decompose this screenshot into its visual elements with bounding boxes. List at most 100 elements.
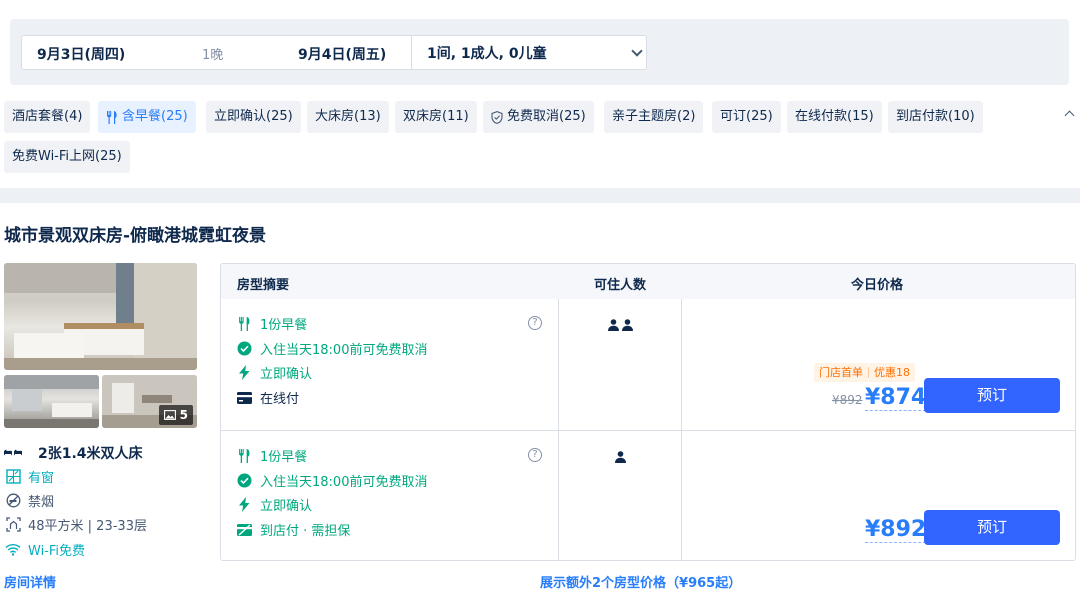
chip-label: 含早餐(25): [122, 109, 188, 124]
nights-count: 1晚: [202, 48, 224, 63]
filter-chip-available[interactable]: 可订(25): [712, 101, 781, 133]
chip-label: 大床房(13): [315, 109, 381, 124]
rate-table: 房型摘要 可住人数 今日价格 1份早餐 ? 入住当天18:00前可免费取消 立即…: [220, 263, 1076, 561]
rate-payment: 在线付: [237, 388, 299, 407]
guest-selector[interactable]: 1间, 1成人, 0儿童: [427, 43, 547, 63]
smoking-text: 禁烟: [28, 495, 55, 510]
chevron-up-icon[interactable]: [1064, 110, 1075, 121]
filter-chip-pay-online[interactable]: 在线付款(15): [787, 101, 882, 133]
checkout-date[interactable]: 9月4日(周五): [298, 44, 386, 64]
room-photo-illustration: [4, 263, 197, 370]
smoking-info: 禁烟: [4, 491, 54, 510]
chip-label: 酒店套餐(4): [12, 109, 83, 124]
filter-chip-pay-at-hotel[interactable]: 到店付款(10): [888, 101, 983, 133]
date-guest-selector[interactable]: 9月3日(周四) 1晚 9月4日(周五) 1间, 1成人, 0儿童: [21, 35, 647, 70]
rate-payment: 到店付 · 需担保: [237, 520, 350, 539]
room-photo-illustration: [4, 375, 99, 428]
rate-cancel-policy: 入住当天18:00前可免费取消: [237, 471, 427, 490]
filter-chip-twin-bed[interactable]: 双床房(11): [395, 101, 477, 133]
promo-tag-discount: 优惠18: [869, 363, 915, 382]
payment-text: 在线付: [260, 392, 300, 407]
bed-info: 2张1.4米双人床: [4, 443, 143, 463]
search-bar: 9月3日(周四) 1晚 9月4日(周五) 1间, 1成人, 0儿童: [10, 19, 1069, 85]
filter-chip-free-wifi[interactable]: 免费Wi-Fi上网(25): [4, 141, 130, 173]
occupancy-1-guest: [615, 451, 626, 463]
filter-chip-king-bed[interactable]: 大床房(13): [307, 101, 389, 133]
row-divider: [221, 430, 1075, 431]
person-icon: [615, 451, 626, 463]
room-photo-thumb[interactable]: [4, 375, 99, 428]
promo-badge: 门店首单 优惠18: [814, 363, 915, 382]
room-details-link[interactable]: 房间详情: [4, 572, 56, 591]
help-icon[interactable]: ?: [528, 448, 542, 462]
help-icon[interactable]: ?: [528, 316, 542, 330]
bed-text: 2张1.4米双人床: [38, 446, 143, 462]
rate-breakfast: 1份早餐: [237, 314, 307, 333]
no-smoking-icon: [4, 493, 22, 509]
photo-count-badge[interactable]: 5: [158, 405, 193, 425]
utensils-icon: [237, 448, 252, 463]
cancel-text: 入住当天18:00前可免费取消: [260, 343, 428, 358]
table-header: 房型摘要 可住人数 今日价格: [221, 264, 1075, 299]
credit-card-icon: [237, 390, 252, 405]
chip-label: 在线付款(15): [795, 109, 874, 124]
shield-check-icon: [491, 110, 503, 124]
section-divider: [0, 188, 1080, 203]
current-price[interactable]: ¥892: [865, 518, 927, 543]
column-header-summary: 房型摘要: [237, 278, 290, 293]
book-button[interactable]: 预订: [924, 378, 1060, 413]
original-price: ¥892: [832, 393, 863, 407]
person-icon: [608, 319, 619, 331]
chip-label: 到店付款(10): [896, 109, 975, 124]
card-crossed-icon: [237, 522, 252, 537]
checkin-date[interactable]: 9月3日(周四): [37, 44, 125, 64]
window-text: 有窗: [28, 471, 55, 486]
rate-cancel-policy: 入住当天18:00前可免费取消: [237, 339, 427, 358]
area-floor-info: 48平方米 | 23-33层: [4, 515, 147, 534]
window-info: 有窗: [4, 467, 54, 486]
wifi-info: Wi-Fi免费: [4, 540, 85, 559]
promo-tag-first-order: 门店首单: [814, 363, 868, 382]
utensils-icon: [107, 110, 117, 124]
confirm-text: 立即确认: [260, 499, 313, 514]
utensils-icon: [237, 316, 252, 331]
chip-label: 免费取消(25): [507, 109, 586, 124]
wifi-text: Wi-Fi免费: [28, 544, 86, 559]
filter-chip-family-theme[interactable]: 亲子主题房(2): [604, 101, 704, 133]
area-icon: [4, 517, 22, 533]
person-icon: [622, 319, 633, 331]
breakfast-text: 1份早餐: [260, 318, 308, 333]
bed-icon: [4, 445, 22, 461]
chip-label: 双床房(11): [403, 109, 469, 124]
filter-chip-free-cancel[interactable]: 免费取消(25): [483, 101, 594, 133]
chip-label: 免费Wi-Fi上网(25): [12, 149, 122, 164]
breakfast-text: 1份早餐: [260, 450, 308, 465]
show-more-rates-link[interactable]: 展示额外2个房型价格（¥965起）: [540, 572, 741, 591]
filter-chip-breakfast[interactable]: 含早餐(25): [98, 101, 196, 133]
book-button[interactable]: 预订: [924, 510, 1060, 545]
column-header-price: 今日价格: [851, 278, 904, 293]
photo-count: 5: [179, 408, 188, 422]
filter-chip-package[interactable]: 酒店套餐(4): [4, 101, 91, 133]
wifi-icon: [4, 542, 22, 558]
chip-label: 立即确认(25): [214, 109, 293, 124]
rate-instant-confirm: 立即确认: [237, 363, 312, 382]
room-photo-thumb[interactable]: 5: [102, 375, 197, 428]
window-icon: [4, 469, 22, 485]
check-circle-icon: [237, 341, 252, 356]
lightning-icon: [237, 365, 252, 380]
column-header-occupancy: 可住人数: [594, 278, 647, 293]
rate-instant-confirm: 立即确认: [237, 495, 312, 514]
confirm-text: 立即确认: [260, 367, 313, 382]
filter-chip-instant-confirm[interactable]: 立即确认(25): [206, 101, 301, 133]
image-icon: [163, 410, 176, 420]
room-title: 城市景观双床房-俯瞰港城霓虹夜景: [4, 226, 267, 246]
current-price[interactable]: ¥874: [865, 386, 927, 411]
chevron-down-icon[interactable]: [631, 45, 643, 57]
room-photo-main[interactable]: [4, 263, 197, 370]
chip-label: 可订(25): [720, 109, 773, 124]
payment-text: 到店付 · 需担保: [260, 524, 351, 539]
lightning-icon: [237, 497, 252, 512]
chip-label: 亲子主题房(2): [612, 109, 696, 124]
rate-breakfast: 1份早餐: [237, 446, 307, 465]
